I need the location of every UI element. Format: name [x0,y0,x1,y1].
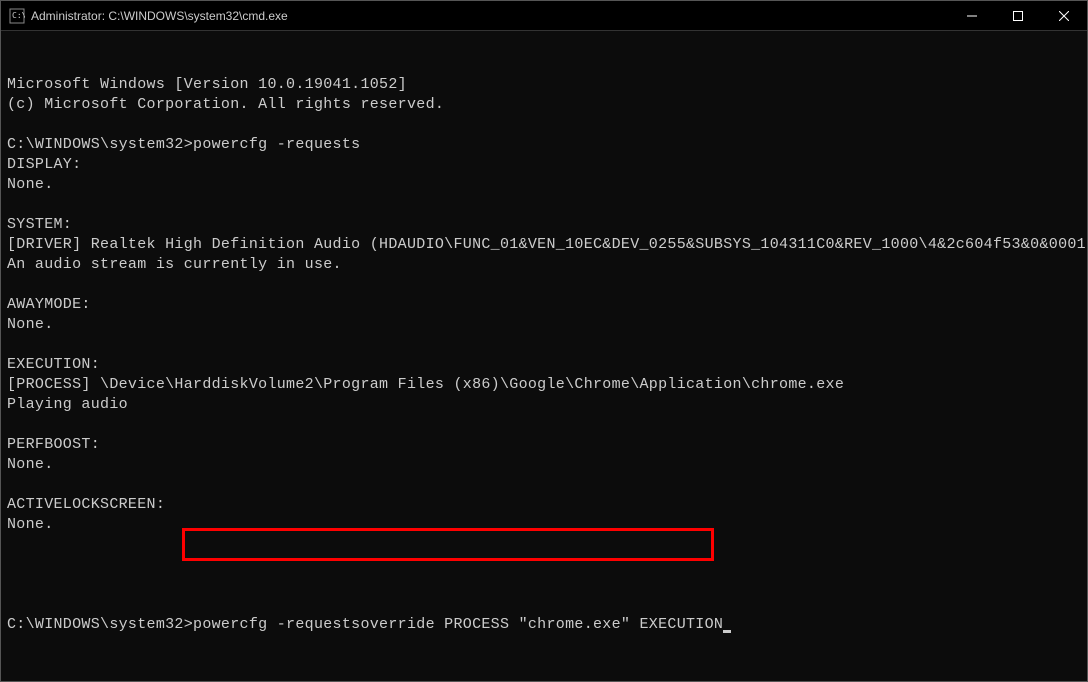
maximize-button[interactable] [995,1,1041,30]
terminal-line [7,415,1081,435]
terminal-line: Playing audio [7,395,1081,415]
terminal-line [7,335,1081,355]
terminal-line: C:\WINDOWS\system32>powercfg -requests [7,135,1081,155]
terminal-line: DISPLAY: [7,155,1081,175]
current-command-text: powercfg -requestsoverride PROCESS "chro… [193,616,723,633]
close-button[interactable] [1041,1,1087,30]
terminal-line [7,555,1081,575]
terminal-line: Microsoft Windows [Version 10.0.19041.10… [7,75,1081,95]
terminal-line [7,535,1081,555]
window-title: Administrator: C:\WINDOWS\system32\cmd.e… [31,9,949,23]
svg-text:C:\: C:\ [12,11,25,20]
titlebar: C:\ Administrator: C:\WINDOWS\system32\c… [1,1,1087,31]
terminal-line: None. [7,315,1081,335]
terminal-line: SYSTEM: [7,215,1081,235]
terminal-line: None. [7,455,1081,475]
terminal-line [7,195,1081,215]
terminal-line: AWAYMODE: [7,295,1081,315]
terminal-line: PERFBOOST: [7,435,1081,455]
terminal-line [7,275,1081,295]
terminal-line: (c) Microsoft Corporation. All rights re… [7,95,1081,115]
minimize-button[interactable] [949,1,995,30]
terminal-line [7,115,1081,135]
cursor [723,630,731,633]
prompt-text: C:\WINDOWS\system32> [7,616,193,633]
terminal-line: An audio stream is currently in use. [7,255,1081,275]
terminal-line: EXECUTION: [7,355,1081,375]
window-controls [949,1,1087,30]
terminal-line [7,475,1081,495]
terminal-output[interactable]: Microsoft Windows [Version 10.0.19041.10… [1,31,1087,681]
terminal-line: None. [7,175,1081,195]
terminal-line: [PROCESS] \Device\HarddiskVolume2\Progra… [7,375,1081,395]
cmd-icon: C:\ [9,8,25,24]
terminal-line: ACTIVELOCKSCREEN: [7,495,1081,515]
terminal-line: None. [7,515,1081,535]
current-prompt-line: C:\WINDOWS\system32>powercfg -requestsov… [7,615,1081,635]
terminal-line: [DRIVER] Realtek High Definition Audio (… [7,235,1081,255]
cmd-window: C:\ Administrator: C:\WINDOWS\system32\c… [0,0,1088,682]
